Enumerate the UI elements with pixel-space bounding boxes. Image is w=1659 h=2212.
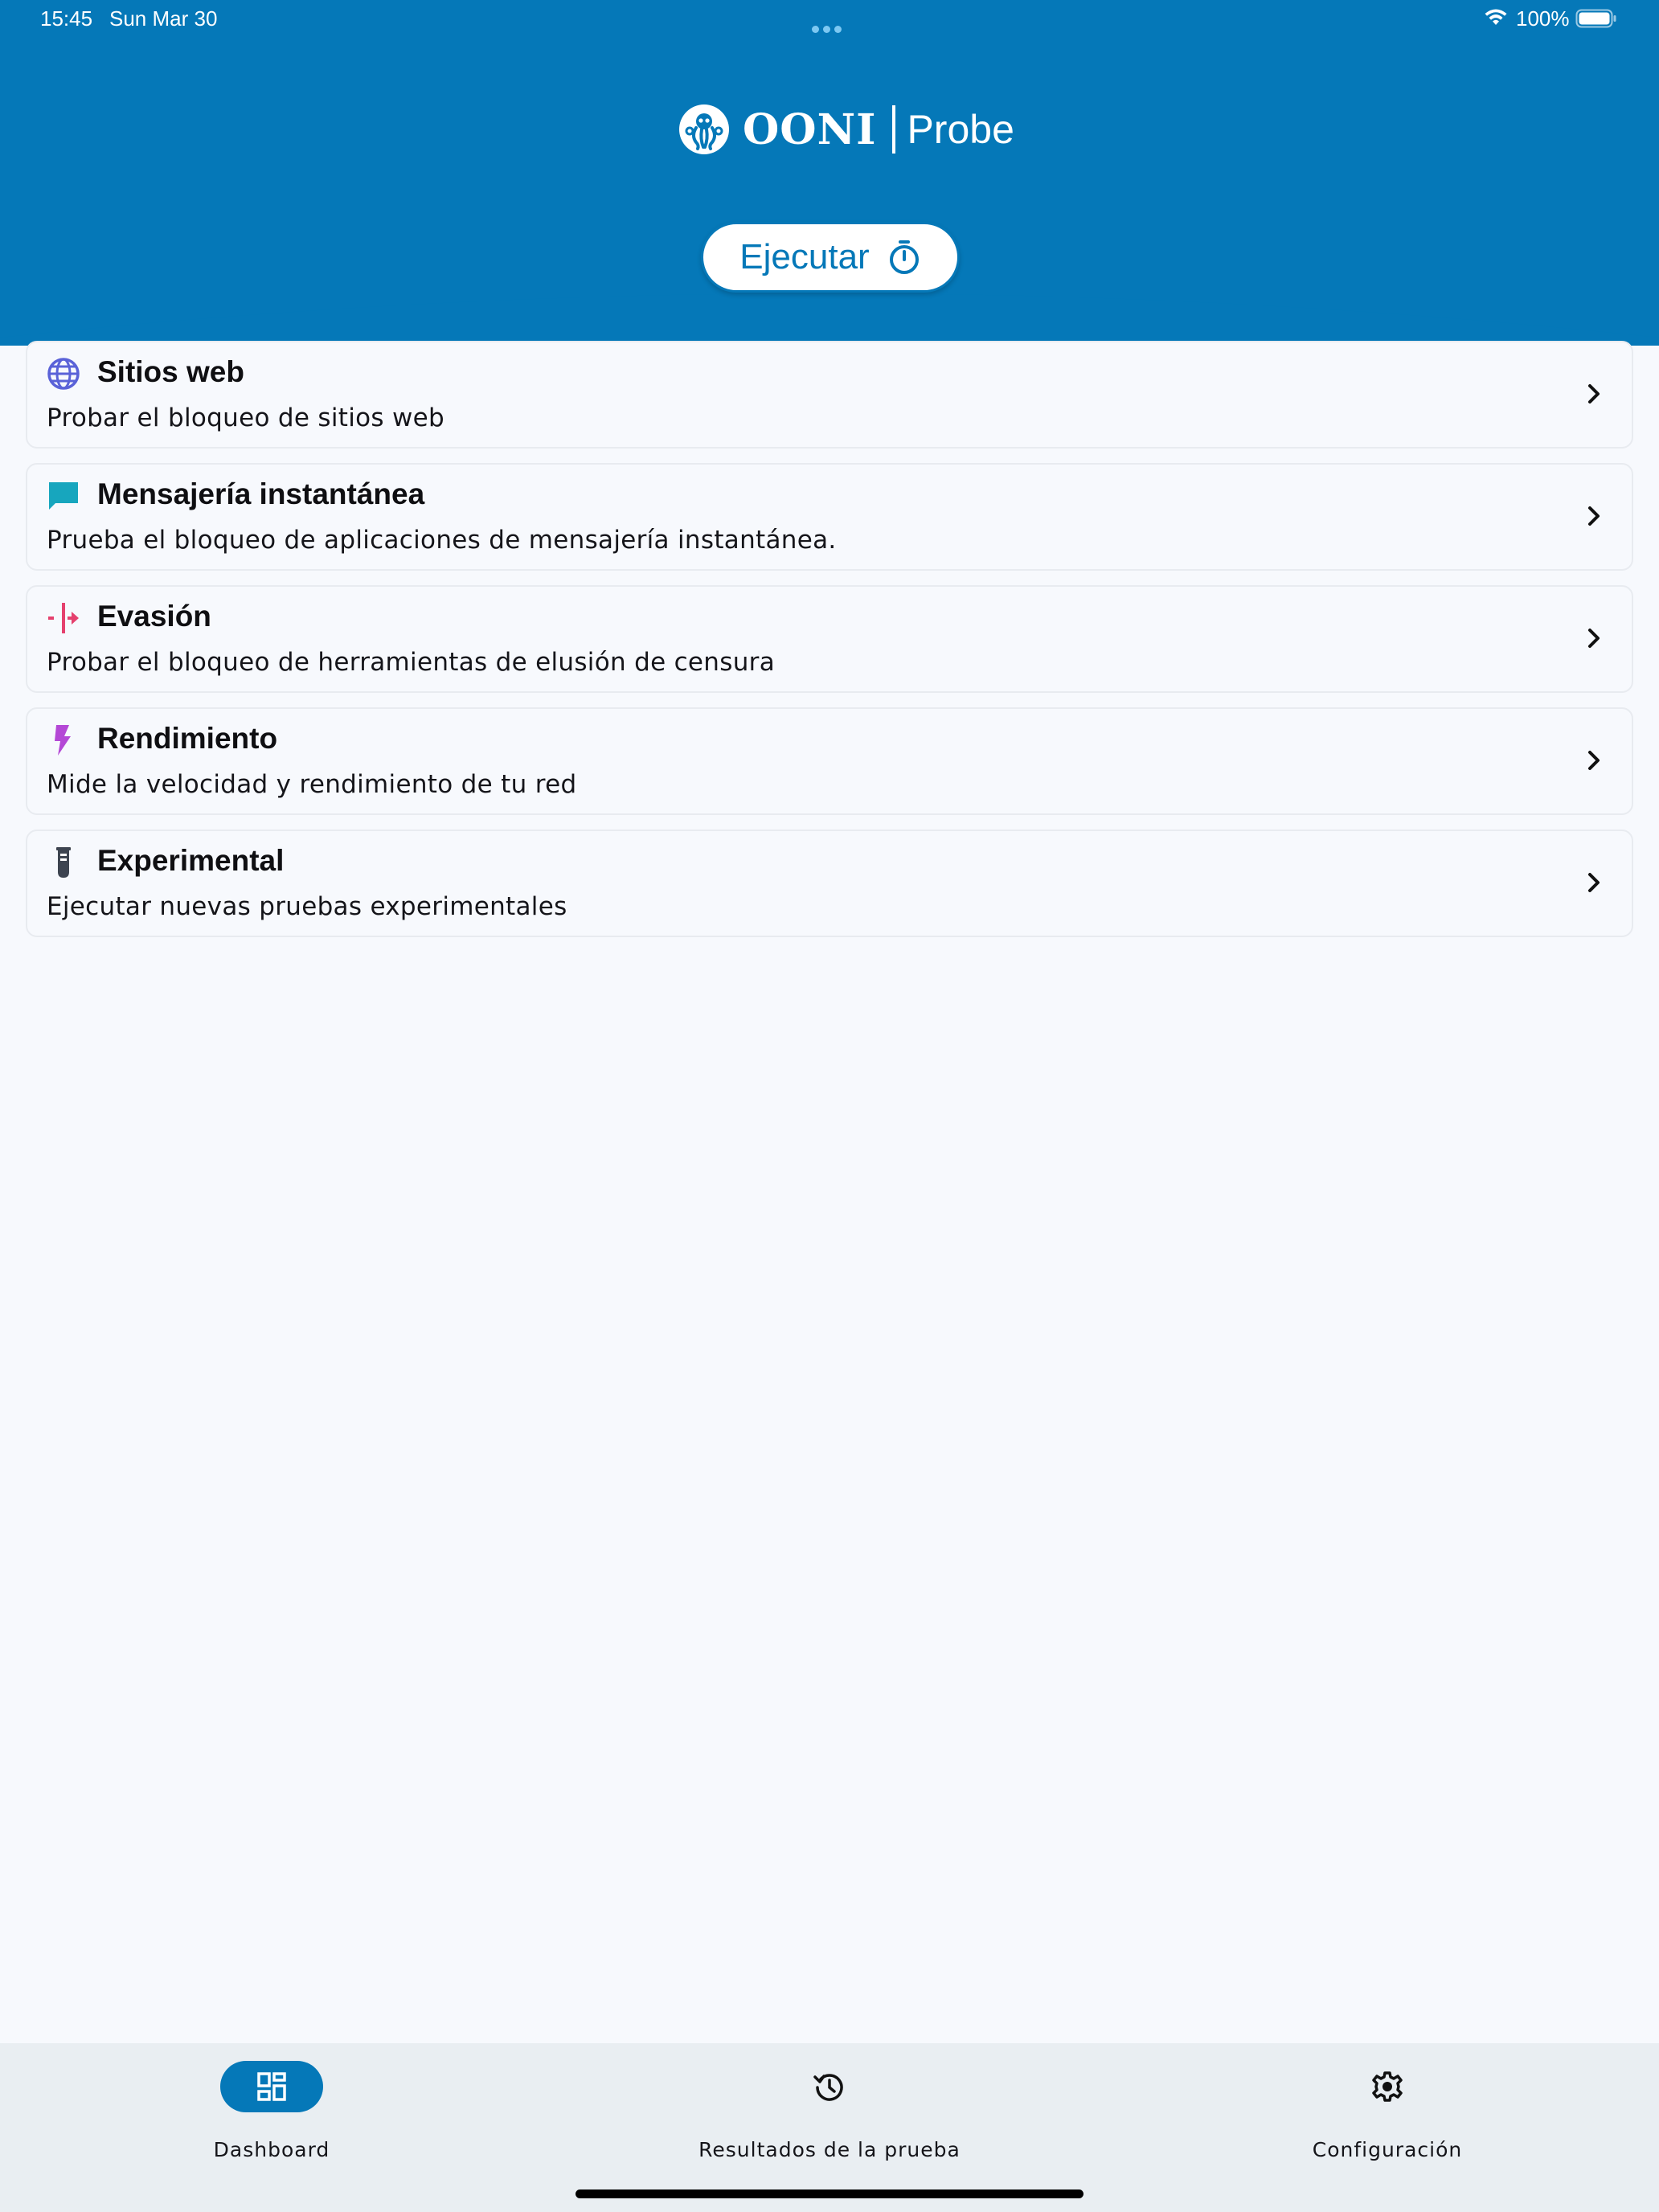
card-title: Rendimiento <box>97 722 278 755</box>
chevron-right-icon <box>1588 629 1600 648</box>
card-instant-messaging[interactable]: Mensajería instantánea Prueba el bloqueo… <box>26 463 1633 571</box>
ooni-octopus-icon <box>679 104 729 154</box>
card-title: Evasión <box>97 600 211 633</box>
globe-icon <box>47 358 80 390</box>
nav-item-test-results[interactable]: Resultados de la prueba <box>629 2061 1030 2161</box>
logo-ooni-text: OONI <box>743 104 877 154</box>
card-description: Prueba el bloqueo de aplicaciones de men… <box>47 526 837 555</box>
card-description: Probar el bloqueo de herramientas de elu… <box>47 648 775 677</box>
multitasking-dots-icon[interactable] <box>812 14 847 33</box>
card-title: Mensajería instantánea <box>97 477 425 510</box>
chevron-right-icon <box>1588 751 1600 770</box>
chevron-right-icon <box>1588 873 1600 892</box>
bottom-navigation: Dashboard Resultados de la prueba Config… <box>0 2043 1659 2212</box>
flask-icon <box>56 847 71 878</box>
card-websites[interactable]: Sitios web Probar el bloqueo de sitios w… <box>26 341 1633 449</box>
ooni-probe-logo: OONI Probe <box>678 98 1014 161</box>
run-button[interactable]: Ejecutar <box>701 222 960 293</box>
nav-item-settings[interactable]: Configuración <box>1186 2061 1588 2161</box>
card-description: Probar el bloqueo de sitios web <box>47 403 444 432</box>
dashboard-icon <box>257 2072 286 2101</box>
nav-active-indicator <box>220 2061 323 2112</box>
timer-icon <box>889 240 919 274</box>
nav-pill <box>1336 2061 1439 2112</box>
card-performance[interactable]: Rendimiento Mide la velocidad y rendimie… <box>26 707 1633 815</box>
logo-probe-text: Probe <box>907 107 1014 152</box>
nav-pill <box>778 2061 881 2112</box>
run-button-label: Ejecutar <box>739 237 870 276</box>
card-experimental[interactable]: Experimental Ejecutar nuevas pruebas exp… <box>26 830 1633 937</box>
card-title: Experimental <box>97 844 285 877</box>
chevron-right-icon <box>1588 506 1600 526</box>
card-description: Mide la velocidad y rendimiento de tu re… <box>47 770 577 799</box>
status-bar: 15:45 Sun Mar 30 100% <box>0 0 1659 39</box>
test-suite-list: Sitios web Probar el bloqueo de sitios w… <box>26 341 1633 952</box>
card-description: Ejecutar nuevas pruebas experimentales <box>47 892 567 921</box>
lightning-icon <box>55 725 71 756</box>
history-icon <box>813 2074 843 2101</box>
card-circumvention[interactable]: Evasión Probar el bloqueo de herramienta… <box>26 585 1633 693</box>
battery-icon <box>1575 9 1616 28</box>
circumvention-icon <box>48 603 79 633</box>
battery-percentage: 100% <box>1516 6 1570 31</box>
card-title: Sitios web <box>97 355 244 388</box>
status-time: 15:45 <box>40 6 93 31</box>
nav-label: Configuración <box>1312 2138 1463 2161</box>
nav-label: Resultados de la prueba <box>698 2138 961 2161</box>
wifi-icon <box>1485 9 1507 25</box>
nav-item-dashboard[interactable]: Dashboard <box>71 2061 473 2161</box>
home-indicator[interactable] <box>576 2189 1083 2198</box>
chevron-right-icon <box>1588 384 1600 403</box>
logo-divider <box>892 105 896 154</box>
status-date: Sun Mar 30 <box>109 6 218 31</box>
gear-icon <box>1372 2071 1403 2102</box>
nav-label: Dashboard <box>213 2138 330 2161</box>
chat-bubble-icon <box>49 482 78 510</box>
